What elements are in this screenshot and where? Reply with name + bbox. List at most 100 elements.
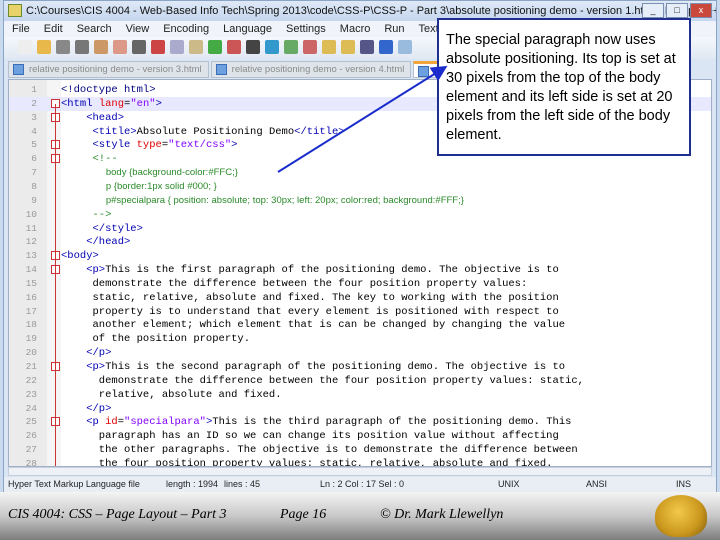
open-icon[interactable] (37, 40, 51, 54)
code-token: <body> (61, 250, 99, 263)
notepad-icon (8, 4, 22, 17)
code-token: demonstrate the difference between the f… (61, 277, 528, 290)
menu-file[interactable]: File (12, 21, 30, 37)
menu-run[interactable]: Run (384, 21, 404, 37)
save-all-icon[interactable] (75, 40, 89, 54)
code-line: 9 p#specialpara { position: absolute; to… (9, 194, 711, 208)
code-token: demonstrate the difference between the f… (61, 374, 584, 387)
code-text: body {background-color:#FFC;} (61, 166, 238, 180)
footer-course: CIS 4004: CSS – Page Layout – Part 3 (8, 507, 227, 522)
menu-search[interactable]: Search (77, 21, 112, 37)
menu-language[interactable]: Language (223, 21, 272, 37)
menu-settings[interactable]: Settings (286, 21, 326, 37)
line-number: 2 (31, 97, 37, 109)
zoom-out-icon[interactable] (303, 40, 317, 54)
zoom-in-icon[interactable] (284, 40, 298, 54)
line-number: 20 (25, 347, 37, 359)
code-token: <!doctype html> (61, 84, 156, 96)
code-token: This is the first paragraph of the posit… (105, 264, 559, 277)
line-number: 3 (31, 111, 37, 123)
find-icon[interactable] (246, 40, 260, 54)
all-chars-icon[interactable] (379, 40, 393, 54)
menu-edit[interactable]: Edit (44, 21, 63, 37)
close-icon[interactable] (94, 40, 108, 54)
code-token: body {background-color:#FFC;} (61, 167, 238, 179)
code-token: paragraph has an ID so we can change its… (61, 430, 559, 443)
redo-icon[interactable] (227, 40, 241, 54)
code-text: relative, absolute and fixed. (61, 388, 282, 402)
save-icon[interactable] (56, 40, 70, 54)
code-line: 25 <p id="specialpara">This is the third… (9, 415, 711, 429)
code-text: <body> (61, 249, 99, 263)
code-line: 17 property is to understand that every … (9, 305, 711, 319)
line-number: 24 (25, 402, 37, 414)
copy-icon[interactable] (170, 40, 184, 54)
code-text: static, relative, absolute and fixed. Th… (61, 291, 559, 305)
sync-v-icon[interactable] (322, 40, 336, 54)
code-line: 15 demonstrate the difference between th… (9, 277, 711, 291)
cut-icon[interactable] (151, 40, 165, 54)
code-text: property is to understand that every ele… (61, 305, 559, 319)
code-line: 11 </style> (9, 222, 711, 236)
line-number: 6 (31, 153, 37, 165)
code-line: 13 <body> (9, 249, 711, 263)
code-line: 26 paragraph has an ID so we can change … (9, 429, 711, 443)
tab-file-2[interactable]: relative positioning demo - version 4.ht… (210, 61, 412, 78)
file-icon (418, 66, 430, 77)
code-token: </p> (61, 402, 112, 415)
horizontal-scrollbar[interactable] (8, 467, 712, 476)
code-line: 14 <p>This is the first paragraph of the… (9, 263, 711, 277)
code-token: <html (61, 97, 99, 110)
tab-file-1[interactable]: relative positioning demo - version 3.ht… (8, 61, 209, 78)
print-icon[interactable] (132, 40, 146, 54)
code-token: the four position property values: stati… (61, 457, 553, 467)
close-all-icon[interactable] (113, 40, 127, 54)
code-text: <p>This is the first paragraph of the po… (61, 263, 559, 277)
menu-encoding[interactable]: Encoding (163, 21, 209, 37)
code-text: demonstrate the difference between the f… (61, 374, 584, 388)
replace-icon[interactable] (265, 40, 279, 54)
code-line: 8 p {border:1px solid #000; } (9, 180, 711, 194)
line-number: 19 (25, 333, 37, 345)
code-token: <p> (61, 361, 106, 373)
wrap-icon[interactable] (360, 40, 374, 54)
close-button[interactable]: x (690, 3, 712, 18)
indent-guide-icon[interactable] (398, 40, 412, 54)
code-text: </p> (61, 346, 111, 360)
code-token: This is the second paragraph of the posi… (105, 361, 566, 373)
code-text: <!-- (61, 152, 118, 166)
line-number: 27 (25, 444, 37, 456)
code-line: 16 static, relative, absolute and fixed.… (9, 291, 711, 305)
line-number: 1 (31, 84, 37, 95)
maximize-button[interactable]: □ (666, 3, 688, 18)
status-lines: lines : 45 (224, 479, 261, 489)
tab-label: relative positioning demo - version 4.ht… (231, 64, 405, 75)
code-token: </p> (61, 347, 112, 360)
code-token: relative, absolute and fixed. (61, 388, 282, 401)
code-token: This is the third paragraph of the posit… (212, 416, 572, 429)
menu-macro[interactable]: Macro (340, 21, 371, 37)
footer-author: © Dr. Mark Llewellyn (380, 507, 504, 522)
code-token: "specialpara" (124, 416, 206, 429)
status-position: Ln : 2 Col : 17 Sel : 0 (320, 479, 405, 489)
line-number: 21 (25, 361, 37, 372)
code-line: 23 relative, absolute and fixed. (9, 388, 711, 402)
code-line: 19 of the position property. (9, 332, 711, 346)
status-length: length : 1994 (166, 479, 219, 489)
minimize-button[interactable]: _ (642, 3, 664, 18)
code-text: <p id="specialpara">This is the third pa… (61, 415, 571, 429)
code-text: of the position property. (61, 332, 251, 346)
line-number: 18 (25, 319, 37, 331)
line-number: 17 (25, 305, 37, 317)
menu-view[interactable]: View (126, 21, 150, 37)
new-icon[interactable] (18, 40, 32, 54)
code-text: demonstrate the difference between the f… (61, 277, 528, 291)
code-text: p {border:1px solid #000; } (61, 180, 217, 194)
code-token: > (155, 97, 162, 110)
sync-h-icon[interactable] (341, 40, 355, 54)
line-number: 23 (25, 388, 37, 400)
fold-line (55, 104, 56, 466)
code-token: the other paragraphs. The objective is t… (61, 444, 578, 457)
paste-icon[interactable] (189, 40, 203, 54)
undo-icon[interactable] (208, 40, 222, 54)
